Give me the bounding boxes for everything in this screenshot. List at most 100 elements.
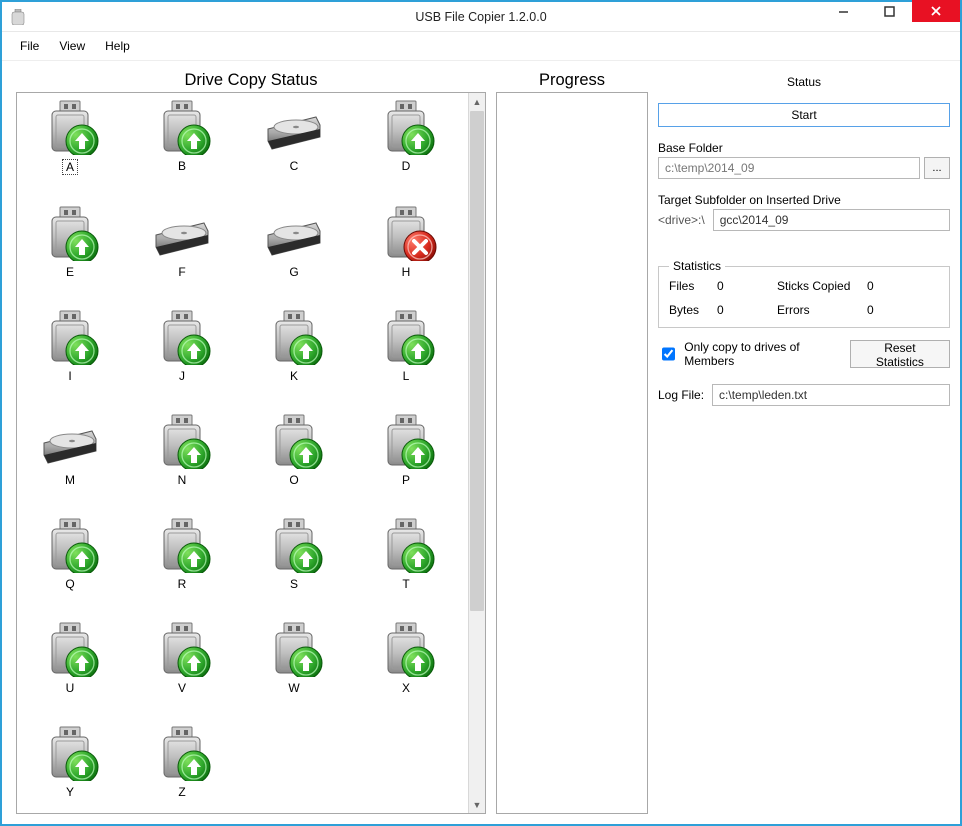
progress-panel — [496, 92, 648, 814]
browse-button[interactable]: ... — [924, 157, 950, 179]
drive-letter-label: V — [147, 681, 217, 695]
usb-drive-icon — [262, 621, 326, 677]
content-area: Drive Copy Status A B C — [2, 61, 960, 824]
drive-item-G[interactable]: G — [259, 205, 329, 279]
drive-row: A B C D — [35, 99, 462, 175]
drive-row: Q R S T — [35, 517, 462, 591]
drive-item-N[interactable]: N — [147, 413, 217, 487]
usb-drive-icon — [38, 99, 102, 155]
drive-item-Y[interactable]: Y — [35, 725, 105, 799]
drive-item-V[interactable]: V — [147, 621, 217, 695]
drive-item-F[interactable]: F — [147, 205, 217, 279]
drive-letter-label: J — [147, 369, 217, 383]
drive-item-J[interactable]: J — [147, 309, 217, 383]
titlebar[interactable]: USB File Copier 1.2.0.0 — [2, 2, 960, 32]
drive-item-M[interactable]: M — [35, 413, 105, 487]
stat-bytes-value: 0 — [717, 303, 777, 317]
close-button[interactable] — [912, 0, 960, 22]
drive-item-Z[interactable]: Z — [147, 725, 217, 799]
drive-letter-label: P — [371, 473, 441, 487]
drive-letter-label: B — [147, 159, 217, 173]
scroll-thumb[interactable] — [470, 111, 484, 611]
drive-item-U[interactable]: U — [35, 621, 105, 695]
window-controls — [820, 2, 960, 31]
drive-row: I J K L — [35, 309, 462, 383]
usb-drive-icon — [150, 413, 214, 469]
reset-statistics-button[interactable]: Reset Statistics — [850, 340, 950, 368]
drive-item-R[interactable]: R — [147, 517, 217, 591]
log-file-label: Log File: — [658, 388, 704, 402]
base-folder-label: Base Folder — [658, 141, 950, 155]
stat-sticks-label: Sticks Copied — [777, 279, 867, 293]
drive-letter-label: L — [371, 369, 441, 383]
status-heading: Status — [658, 67, 950, 103]
usb-drive-icon — [374, 309, 438, 365]
statistics-group: Statistics Files 0 Sticks Copied 0 Bytes… — [658, 259, 950, 328]
stat-sticks-value: 0 — [867, 279, 897, 293]
usb-drive-icon — [38, 309, 102, 365]
usb-drive-icon — [374, 413, 438, 469]
drive-item-S[interactable]: S — [259, 517, 329, 591]
scroll-down-icon[interactable]: ▼ — [469, 796, 485, 813]
usb-drive-icon — [150, 99, 214, 155]
menu-help[interactable]: Help — [95, 35, 140, 57]
drive-letter-label: R — [147, 577, 217, 591]
drive-grid[interactable]: A B C D E — [17, 93, 468, 813]
drive-item-D[interactable]: D — [371, 99, 441, 175]
disk-drive-icon — [38, 413, 102, 469]
drive-letter-label: K — [259, 369, 329, 383]
drive-item-Q[interactable]: Q — [35, 517, 105, 591]
drive-letter-label: A — [62, 159, 78, 175]
drive-copy-column: Drive Copy Status A B C — [16, 67, 486, 814]
usb-drive-icon — [374, 621, 438, 677]
target-subfolder-input[interactable] — [713, 209, 950, 231]
drive-letter-label: W — [259, 681, 329, 695]
log-file-input[interactable] — [712, 384, 950, 406]
usb-drive-icon — [150, 725, 214, 781]
drive-letter-label: D — [371, 159, 441, 173]
drive-row: Y Z — [35, 725, 462, 799]
scrollbar[interactable]: ▲ ▼ — [468, 93, 485, 813]
usb-drive-icon — [38, 621, 102, 677]
target-subfolder-label: Target Subfolder on Inserted Drive — [658, 193, 950, 207]
drive-letter-label: M — [35, 473, 105, 487]
progress-title: Progress — [496, 67, 648, 92]
drive-item-C[interactable]: C — [259, 99, 329, 175]
only-members-checkbox[interactable] — [662, 347, 675, 361]
usb-drive-icon — [262, 309, 326, 365]
drive-item-L[interactable]: L — [371, 309, 441, 383]
menu-view[interactable]: View — [49, 35, 95, 57]
drive-item-P[interactable]: P — [371, 413, 441, 487]
drive-item-K[interactable]: K — [259, 309, 329, 383]
menu-file[interactable]: File — [10, 35, 49, 57]
usb-drive-icon — [374, 99, 438, 155]
menu-bar: File View Help — [2, 32, 960, 61]
only-members-label[interactable]: Only copy to drives of Members — [684, 340, 844, 368]
drive-copy-title: Drive Copy Status — [16, 67, 486, 92]
drive-item-E[interactable]: E — [35, 205, 105, 279]
usb-drive-icon — [150, 621, 214, 677]
drive-item-X[interactable]: X — [371, 621, 441, 695]
drive-letter-label: I — [35, 369, 105, 383]
drive-item-O[interactable]: O — [259, 413, 329, 487]
drive-item-B[interactable]: B — [147, 99, 217, 175]
usb-drive-icon — [38, 725, 102, 781]
drive-letter-label: G — [259, 265, 329, 279]
drive-item-T[interactable]: T — [371, 517, 441, 591]
scroll-up-icon[interactable]: ▲ — [469, 93, 485, 110]
drive-item-W[interactable]: W — [259, 621, 329, 695]
minimize-button[interactable] — [820, 0, 866, 22]
stat-bytes-label: Bytes — [669, 303, 717, 317]
drive-item-H[interactable]: H — [371, 205, 441, 279]
start-button[interactable]: Start — [658, 103, 950, 127]
drive-item-I[interactable]: I — [35, 309, 105, 383]
drive-item-A[interactable]: A — [35, 99, 105, 175]
disk-drive-icon — [150, 205, 214, 261]
usb-drive-icon — [38, 517, 102, 573]
maximize-button[interactable] — [866, 0, 912, 22]
usb-drive-icon — [262, 517, 326, 573]
disk-drive-icon — [262, 205, 326, 261]
base-folder-input[interactable] — [658, 157, 920, 179]
drive-letter-label: N — [147, 473, 217, 487]
drive-letter-label: C — [259, 159, 329, 173]
